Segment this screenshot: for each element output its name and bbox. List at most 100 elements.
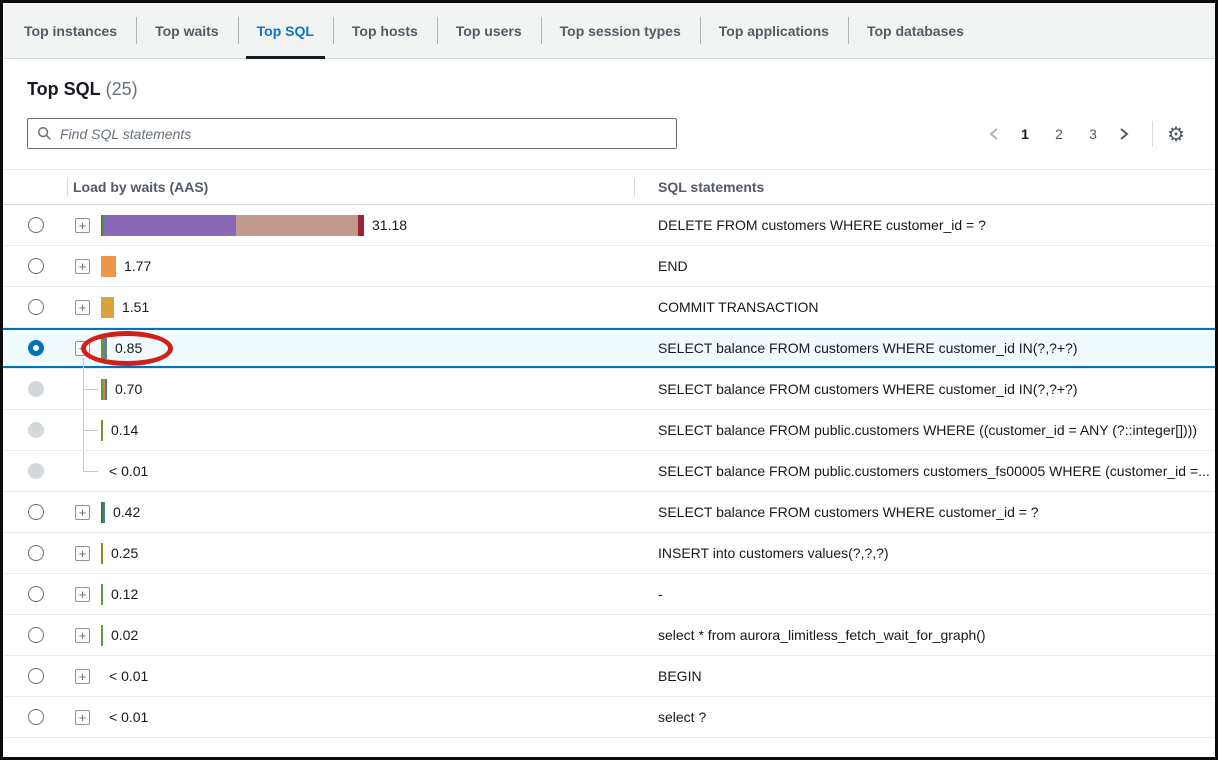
tab-top-users[interactable]: Top users (437, 3, 541, 58)
tab-top-session-types[interactable]: Top session types (541, 3, 700, 58)
load-cell: +1.51 (3, 287, 635, 327)
load-bar-segment (103, 215, 236, 236)
load-cell: +0.25 (3, 533, 635, 573)
load-value: 31.18 (372, 217, 407, 233)
load-cell: < 0.01 (3, 451, 635, 491)
row-radio[interactable] (28, 668, 44, 684)
load-cell: − 0.85 (3, 328, 635, 368)
sql-statement-link[interactable]: select ? (658, 709, 706, 725)
expand-icon[interactable]: + (75, 300, 90, 315)
sql-statement-link[interactable]: COMMIT TRANSACTION (658, 299, 819, 315)
panel-header: Top SQL(25) (3, 59, 1215, 100)
table-row: +1.51 COMMIT TRANSACTION (3, 287, 1215, 328)
sql-statement-link[interactable]: select * from aurora_limitless_fetch_wai… (658, 627, 986, 643)
expand-icon[interactable]: + (75, 669, 90, 684)
row-radio[interactable] (28, 217, 44, 233)
sql-cell: SELECT balance FROM customers WHERE cust… (635, 504, 1215, 520)
tab-top-sql[interactable]: Top SQL (238, 3, 333, 58)
load-value: 0.12 (111, 586, 138, 602)
next-page-button[interactable] (1113, 125, 1135, 143)
page-button-1[interactable]: 1 (1014, 124, 1036, 144)
load-cell: +31.18 (3, 205, 635, 245)
sql-statement-link[interactable]: - (658, 586, 663, 602)
sql-cell: - (635, 586, 1215, 602)
row-radio[interactable] (28, 709, 44, 725)
table-row: +0.02 select * from aurora_limitless_fetc… (3, 615, 1215, 656)
row-radio[interactable] (28, 545, 44, 561)
table-row: +31.18 DELETE FROM customers WHERE custom… (3, 205, 1215, 246)
row-radio (28, 381, 44, 397)
load-bar (101, 584, 103, 605)
expand-icon[interactable]: + (75, 259, 90, 274)
expand-icon[interactable]: + (75, 218, 90, 233)
collapse-icon[interactable]: − (75, 341, 90, 356)
sql-statement-link[interactable]: END (658, 258, 688, 274)
table-row: < 0.01 SELECT balance FROM public.custome… (3, 451, 1215, 492)
expand-icon[interactable]: + (75, 546, 90, 561)
expand-icon[interactable]: + (75, 587, 90, 602)
load-bar-segment (104, 338, 107, 359)
tab-top-applications[interactable]: Top applications (700, 3, 848, 58)
row-radio[interactable] (28, 504, 44, 520)
load-bar-segment (101, 543, 103, 564)
load-bar (101, 625, 103, 646)
expand-icon[interactable]: + (75, 505, 90, 520)
expand-icon[interactable]: + (75, 710, 90, 725)
load-bar (101, 297, 114, 318)
load-value: 0.25 (111, 545, 138, 561)
expand-icon[interactable]: + (75, 628, 90, 643)
table-toolbar: 123 ⚙ (27, 118, 1191, 149)
tab-top-databases[interactable]: Top databases (848, 3, 983, 58)
load-cell: +< 0.01 (3, 697, 635, 737)
sql-statement-link[interactable]: DELETE FROM customers WHERE customer_id … (658, 217, 986, 233)
row-radio[interactable] (28, 340, 44, 356)
load-value: 0.42 (113, 504, 140, 520)
search-box[interactable] (27, 118, 677, 149)
sql-statement-link[interactable]: BEGIN (658, 668, 702, 684)
load-value: < 0.01 (109, 463, 148, 479)
prev-page-button[interactable] (983, 125, 1005, 143)
load-bar-segment (101, 420, 103, 441)
page-button-3[interactable]: 3 (1082, 124, 1104, 144)
row-radio[interactable] (28, 586, 44, 602)
tab-top-instances[interactable]: Top instances (5, 3, 136, 58)
row-radio[interactable] (28, 258, 44, 274)
sql-statement-link[interactable]: SELECT balance FROM public.customers WHE… (658, 422, 1197, 438)
page-button-2[interactable]: 2 (1048, 124, 1070, 144)
table-header-row: Load by waits (AAS) SQL statements (3, 170, 1215, 205)
sql-statement-link[interactable]: SELECT balance FROM customers WHERE cust… (658, 340, 1078, 356)
row-radio[interactable] (28, 299, 44, 315)
table-row: +0.42 SELECT balance FROM customers WHERE… (3, 492, 1215, 533)
load-bar (101, 338, 107, 359)
sql-cell: SELECT balance FROM public.customers cus… (635, 463, 1215, 479)
tab-top-hosts[interactable]: Top hosts (333, 3, 437, 58)
chevron-left-icon (988, 127, 1000, 141)
tree-connector (83, 410, 99, 450)
load-value: 0.14 (111, 422, 138, 438)
load-bar-segment (105, 379, 107, 400)
load-cell: +1.77 (3, 246, 635, 286)
table-row: +0.12 - (3, 574, 1215, 615)
load-bar-segment (358, 215, 364, 236)
load-cell: +0.02 (3, 615, 635, 655)
sql-statement-link[interactable]: SELECT balance FROM customers WHERE cust… (658, 381, 1078, 397)
gear-icon[interactable]: ⚙ (1165, 124, 1191, 144)
load-value: 0.85 (115, 340, 142, 356)
load-value: < 0.01 (109, 668, 148, 684)
table-row: 0.14 SELECT balance FROM public.customers… (3, 410, 1215, 451)
load-cell: +0.42 (3, 492, 635, 532)
sql-statement-link[interactable]: INSERT into customers values(?,?,?) (658, 545, 889, 561)
table-row: 0.70SELECT balance FROM customers WHERE … (3, 369, 1215, 410)
sql-statement-link[interactable]: SELECT balance FROM public.customers cus… (658, 463, 1210, 479)
load-bar-segment (103, 502, 105, 523)
load-bar-segment (101, 297, 114, 318)
sql-statement-link[interactable]: SELECT balance FROM customers WHERE cust… (658, 504, 1039, 520)
load-bar (101, 420, 103, 441)
row-radio[interactable] (28, 627, 44, 643)
sql-cell: SELECT balance FROM customers WHERE cust… (635, 381, 1215, 397)
search-input[interactable] (60, 126, 667, 142)
tab-top-waits[interactable]: Top waits (136, 3, 238, 58)
table-row: +1.77 END (3, 246, 1215, 287)
table-row: − 0.85 SELECT balance FROM customers WHERE… (3, 328, 1215, 369)
row-radio (28, 463, 44, 479)
